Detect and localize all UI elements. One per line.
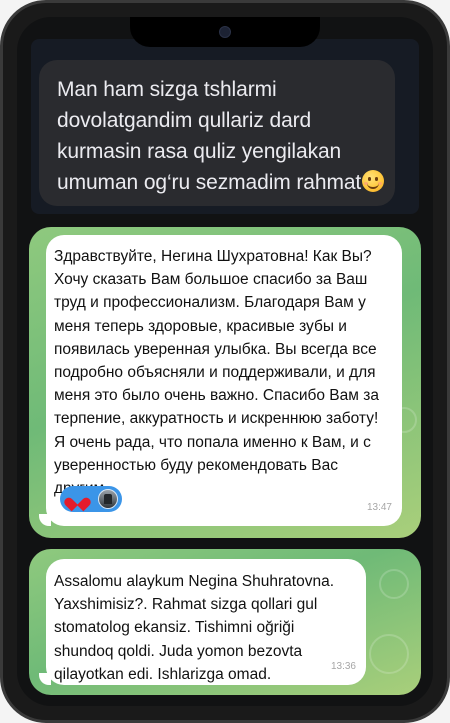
chat-screen: Man ham sizga tshlarmi dovolatgandim qul…: [17, 17, 433, 706]
bubble-tail: [39, 673, 51, 685]
green-chat-background: Здравствуйте, Негина Шухратовна! Как Вы?…: [29, 227, 421, 538]
bubble-tail: [39, 514, 51, 526]
background-doodle: [379, 569, 409, 599]
phone-frame: Man ham sizga tshlarmi dovolatgandim qul…: [0, 0, 450, 723]
message-time: 13:47: [366, 501, 392, 513]
message-text: Здравствуйте, Негина Шухратовна! Как Вы?…: [54, 248, 379, 497]
reaction-pill[interactable]: [60, 486, 122, 512]
red-heart-icon: [69, 492, 85, 506]
message-text: Assalomu alaykum Negina Shuhratovna. Yax…: [54, 573, 335, 683]
message-time: 13:36: [330, 660, 356, 672]
green-chat-background: Assalomu alaykum Negina Shuhratovna. Yax…: [29, 549, 421, 695]
message-bubble[interactable]: Assalomu alaykum Negina Shuhratovna. Yax…: [46, 559, 366, 685]
background-doodle: [369, 634, 409, 674]
incoming-message-bubble: Man ham sizga tshlarmi dovolatgandim qul…: [39, 60, 395, 206]
avatar: [98, 489, 118, 509]
camera-icon: [219, 26, 231, 38]
message-text: Man ham sizga tshlarmi dovolatgandim qul…: [57, 78, 362, 194]
smiling-face-icon: [362, 170, 385, 192]
message-bubble[interactable]: Здравствуйте, Негина Шухратовна! Как Вы?…: [46, 235, 402, 526]
